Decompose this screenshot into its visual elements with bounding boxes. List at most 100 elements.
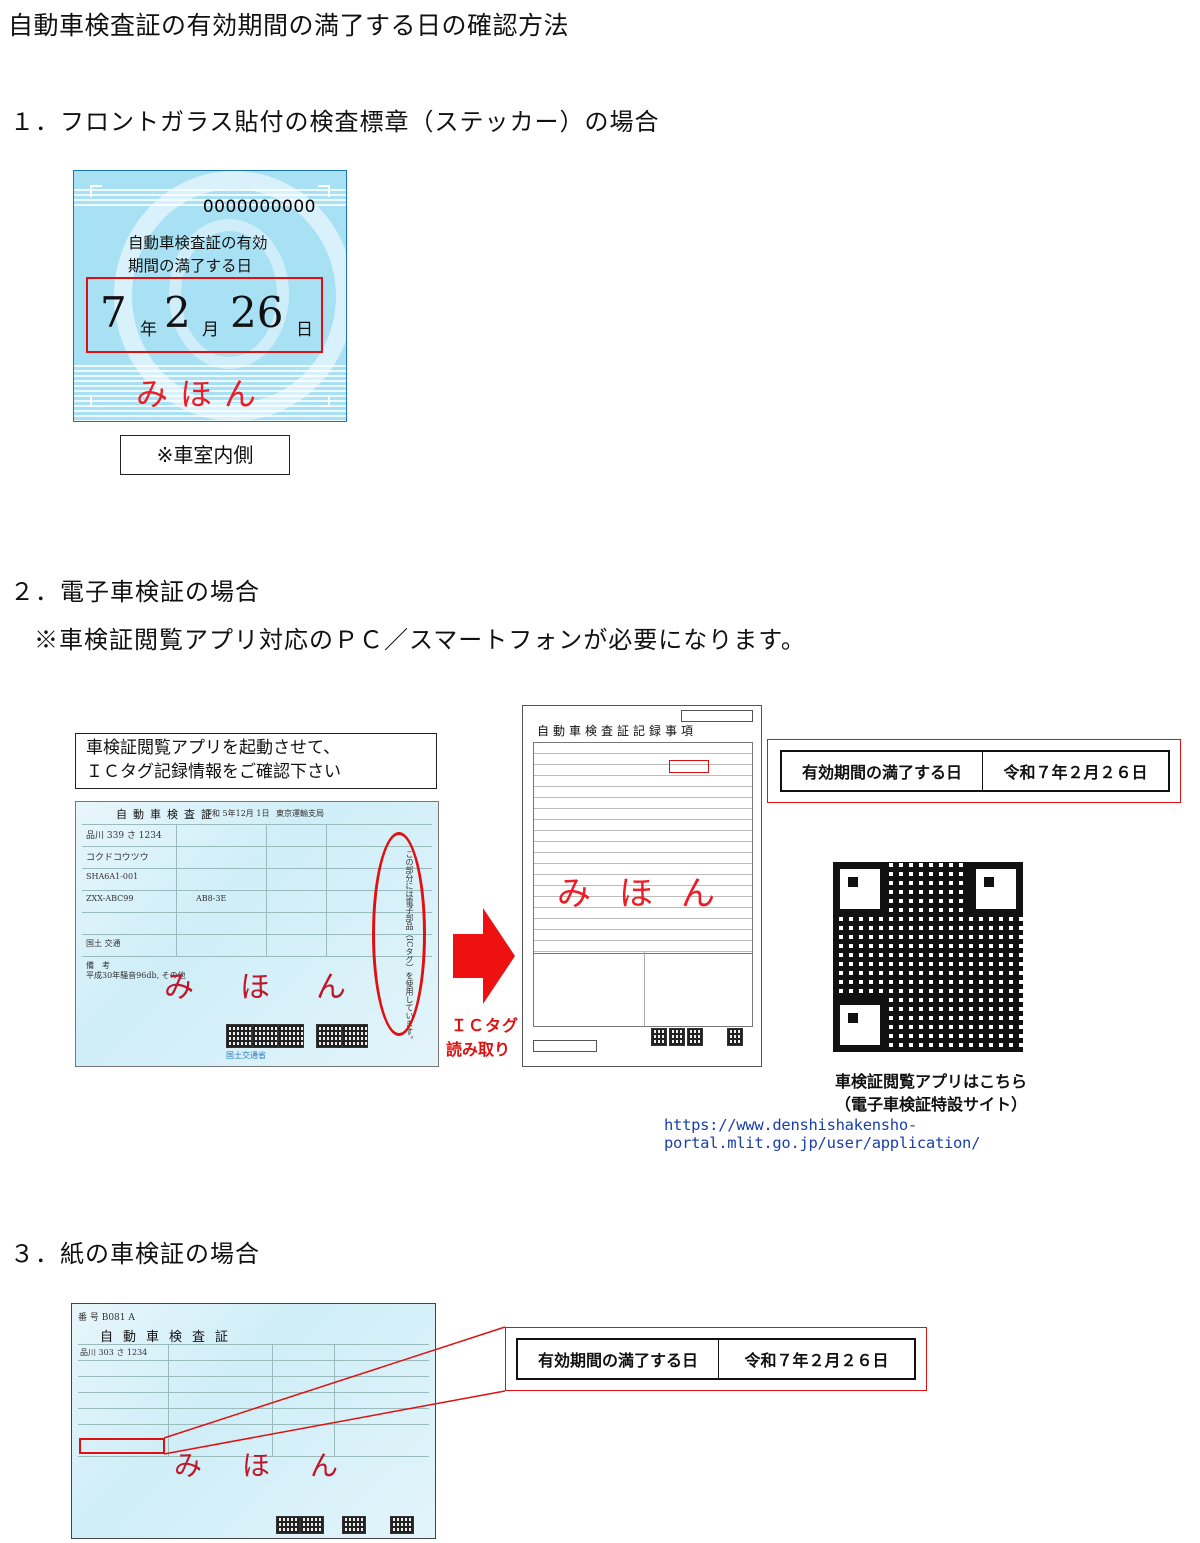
app-site-link[interactable]: https://www.denshishakensho-portal.mlit.… <box>664 1116 1200 1152</box>
ecert-date: 令和 5年12月 1日 <box>204 809 270 818</box>
sticker-corner-bl <box>90 395 102 407</box>
qr-finder-bl <box>833 998 887 1052</box>
ecert-expiry-callout: 有効期間の満了する日 令和７年２月２６日 <box>767 739 1181 803</box>
inspection-sticker: 0000000000 自動車検査証の有効 期間の満了する日 7 年 2 月 26… <box>73 170 347 422</box>
ecert-title: 自動車検査証 <box>116 808 218 821</box>
qr-finder-center <box>984 877 994 887</box>
sticker-corner-tr <box>318 185 330 197</box>
document-title: 自動車検査証の有効期間の満了する日の確認方法 <box>8 11 570 40</box>
paper-qr-code-1 <box>276 1516 300 1534</box>
ecert-col-rule <box>176 824 177 956</box>
paper-qr-code-4 <box>390 1516 414 1534</box>
paper-expiry-value: 令和７年２月２６日 <box>718 1340 914 1378</box>
record-qr-code-1 <box>651 1028 667 1046</box>
qr-finder-center <box>848 1013 858 1023</box>
record-qr-code-2 <box>669 1028 685 1046</box>
paper-plate: 品川 303 さ 1234 <box>80 1348 148 1357</box>
paper-number: 番 号 B081 A <box>78 1313 135 1323</box>
sticker-corner-br <box>318 395 330 407</box>
sticker-year-unit: 年 <box>140 320 157 340</box>
ecert-rule <box>82 824 432 825</box>
sticker-month: 2 <box>164 288 191 337</box>
sticker-day: 26 <box>230 288 284 337</box>
section2-heading: ２．電子車検証の場合 <box>10 578 260 606</box>
arrow-right-icon <box>453 908 515 1004</box>
ecert-maker: コクドコウツウ <box>86 853 149 863</box>
paper-rule <box>78 1424 429 1425</box>
paper-qr-code-3 <box>342 1516 366 1534</box>
sticker-label-line1: 自動車検査証の有効 <box>128 234 268 252</box>
ecert-qr-code-4 <box>316 1024 342 1048</box>
record-corner-box <box>681 710 753 722</box>
paper-col-rule <box>168 1344 169 1456</box>
paper-rule <box>78 1392 429 1393</box>
paper-expiry-label: 有効期間の満了する日 <box>537 1351 698 1370</box>
ic-tag-label-line1: ＩＣタグ <box>451 1016 520 1035</box>
paper-col-rule <box>272 1344 273 1456</box>
record-details-document: 自動車検査証記録事項 みほん <box>522 705 762 1067</box>
interior-side-note: ※車室内側 <box>120 435 290 475</box>
instruction-line2: ＩＣタグ記録情報をご確認下さい <box>86 762 341 782</box>
paper-expiry-highlight <box>79 1438 165 1454</box>
qr-finder-tl <box>833 862 887 916</box>
sticker-sample-mark: みほん <box>136 375 269 413</box>
ecert-engine: AB8-3E <box>196 894 227 903</box>
paper-col-rule <box>334 1344 335 1456</box>
record-title: 自動車検査証記録事項 <box>537 724 698 738</box>
qr-finder-tr <box>969 862 1023 916</box>
paper-title: 自動車検査証 <box>100 1330 239 1345</box>
ecert-qr-code-2 <box>252 1024 278 1048</box>
ecert-qr-code-1 <box>226 1024 252 1048</box>
record-footer-box <box>533 1040 597 1052</box>
record-notes-divider <box>644 952 645 1026</box>
qr-finder-center <box>848 877 858 887</box>
section2-requirement-note: ※車検証閲覧アプリ対応のＰＣ／スマートフォンが必要になります。 <box>34 626 806 654</box>
app-instruction-box: 車検証閲覧アプリを起動させて、 ＩＣタグ記録情報をご確認下さい <box>75 733 437 789</box>
record-table <box>533 742 753 954</box>
ecert-col-rule <box>266 824 267 956</box>
ic-tag-label-line2: 読み取り <box>446 1040 511 1059</box>
paper-qr-code-2 <box>300 1516 324 1534</box>
sticker-year: 7 <box>100 288 127 337</box>
qr-caption-line2: （電子車検証特設サイト） <box>834 1095 1027 1114</box>
record-expiry-highlight <box>669 760 709 773</box>
ecert-sample-mark: みほん <box>164 970 392 1005</box>
qr-caption-line1: 車検証閲覧アプリはこちら <box>834 1072 1027 1091</box>
sticker-serial-number: 0000000000 <box>202 197 316 217</box>
sticker-expiry-date-highlight: 7 年 2 月 26 日 <box>86 277 323 353</box>
sticker-day-unit: 日 <box>296 320 313 340</box>
ecert-expiry-table: 有効期間の満了する日 令和７年２月２６日 <box>780 750 1170 792</box>
ecert-qr-code-3 <box>278 1024 304 1048</box>
ecert-qr-code-5 <box>342 1024 368 1048</box>
section3-heading: ３．紙の車検証の場合 <box>10 1240 260 1268</box>
paper-rule <box>78 1376 429 1377</box>
sticker-label-line2: 期間の満了する日 <box>128 257 253 275</box>
sticker-corner-tl <box>90 185 102 197</box>
record-qr-code-3 <box>687 1028 703 1046</box>
sticker-month-unit: 月 <box>202 320 219 340</box>
paper-vehicle-certificate: 番 号 B081 A 自動車検査証 品川 303 さ 1234 みほん <box>71 1303 436 1539</box>
ic-tag-highlight-oval <box>372 832 426 1036</box>
paper-sample-mark: みほん <box>174 1449 379 1482</box>
paper-expiry-table: 有効期間の満了する日 令和７年２月２６日 <box>516 1338 916 1380</box>
ecert-plate: 品川 339 さ 1234 <box>86 831 162 841</box>
expiry-value: 令和７年２月２６日 <box>982 752 1168 790</box>
paper-rule <box>78 1344 429 1345</box>
section1-heading: １．フロントガラス貼付の検査標章（ステッカー）の場合 <box>10 108 660 136</box>
record-notes-area <box>533 952 753 1027</box>
instruction-line1: 車検証閲覧アプリを起動させて、 <box>86 738 341 758</box>
app-qr-code[interactable] <box>833 862 1023 1052</box>
ecert-owner: 国土 交通 <box>86 939 121 948</box>
paper-rule <box>78 1360 429 1361</box>
ecert-chassis: ZXX-ABC99 <box>86 894 134 903</box>
ecert-office: 東京運輸支局 <box>276 809 324 818</box>
record-sample-mark: みほん <box>557 874 743 914</box>
ecert-col-rule <box>326 824 327 956</box>
expiry-label: 有効期間の満了する日 <box>801 763 962 782</box>
electronic-vehicle-certificate: 自動車検査証 令和 5年12月 1日 東京運輸支局 品川 339 さ 1234 … <box>75 801 439 1067</box>
ecert-model: SHA6A1-001 <box>86 872 139 881</box>
paper-expiry-callout: 有効期間の満了する日 令和７年２月２６日 <box>505 1327 927 1391</box>
ecert-footer: 国土交通省 <box>226 1051 266 1060</box>
record-qr-code-4 <box>727 1028 743 1046</box>
ecert-rule <box>82 846 432 847</box>
